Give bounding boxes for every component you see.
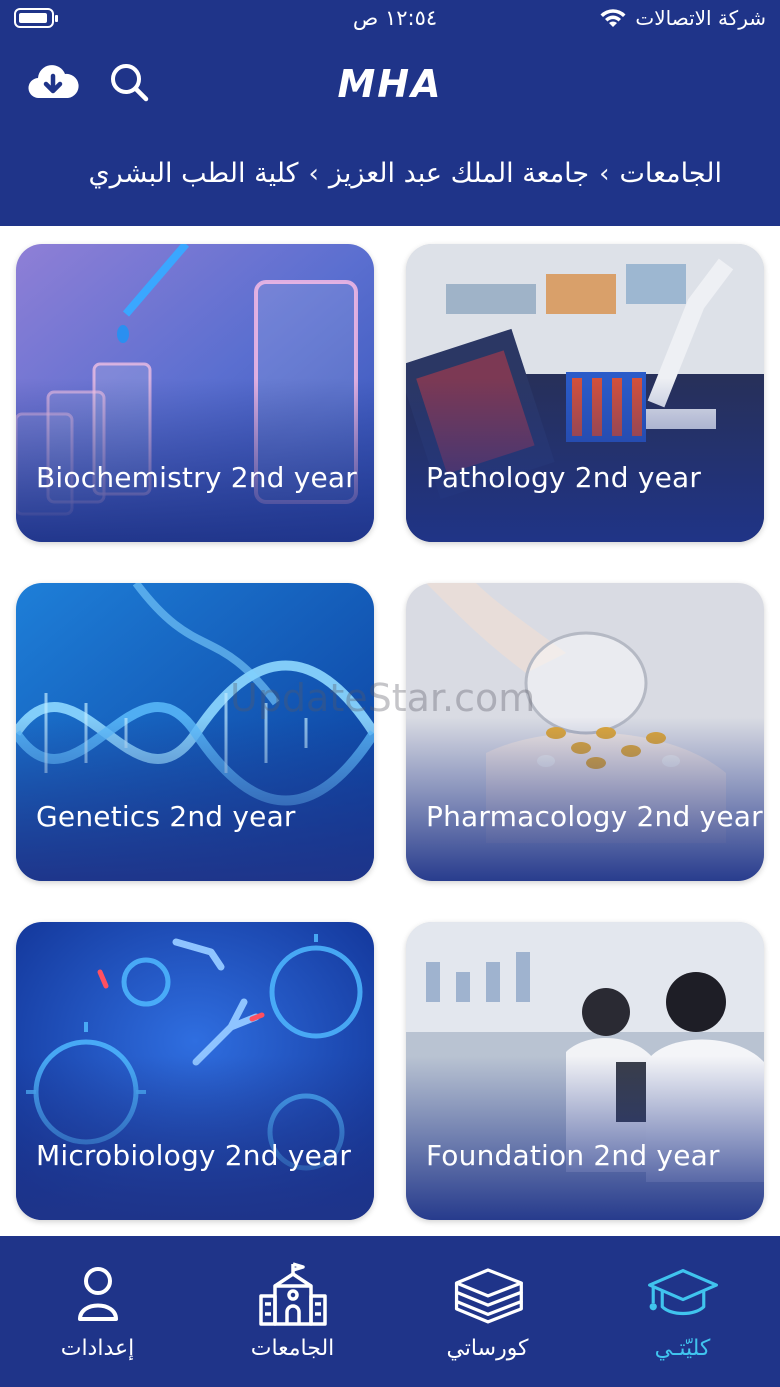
tab-label: الجامعات (250, 1336, 335, 1361)
course-title: Biochemistry 2nd year (36, 461, 357, 494)
tab-label: كليّتـي (654, 1336, 711, 1361)
cloud-download-icon (28, 65, 79, 99)
search-button[interactable] (103, 56, 155, 108)
status-time: ١٢:٥٤ ص (352, 6, 438, 30)
course-card-genetics[interactable]: Genetics 2nd year (16, 583, 374, 881)
tab-my-college[interactable]: كليّتـي (585, 1236, 780, 1387)
watermark: UpdateStar.com (230, 676, 536, 720)
person-icon (77, 1267, 118, 1321)
lab-glassware-image (16, 244, 374, 542)
course-title: Pathology 2nd year (426, 461, 702, 494)
breadcrumb-separator: › (308, 158, 319, 189)
course-card-foundation[interactable]: Foundation 2nd year (406, 922, 764, 1220)
course-card-microbiology[interactable]: Microbiology 2nd year (16, 922, 374, 1220)
graduation-cap-icon (647, 1269, 718, 1316)
tab-universities[interactable]: الجامعات (195, 1236, 390, 1387)
pills-hand-image (406, 583, 764, 881)
carrier-name: شركة الاتصالات (635, 6, 766, 30)
breadcrumb-item-university[interactable]: جامعة الملك عبد العزيز (329, 158, 589, 189)
course-title: Genetics 2nd year (36, 800, 296, 833)
scientists-lab-image (406, 922, 764, 1220)
tab-my-courses[interactable]: كورساتي (390, 1236, 585, 1387)
university-building-icon (258, 1262, 327, 1326)
course-card-pharmacology[interactable]: Pharmacology 2nd year (406, 583, 764, 881)
status-bar: ١٢:٥٤ ص شركة الاتصالات (0, 0, 780, 40)
breadcrumb-item-universities[interactable]: الجامعات (619, 158, 722, 189)
search-icon (111, 64, 149, 102)
bottom-tab-bar: إعدادات الجامعات كورساتي كليّتـي (0, 1236, 780, 1387)
books-stack-icon (454, 1268, 523, 1324)
microscope-lab-image (406, 244, 764, 542)
tab-settings[interactable]: إعدادات (0, 1236, 195, 1387)
breadcrumb: الجامعات › جامعة الملك عبد العزيز › كلية… (89, 158, 722, 189)
carrier-indicator: شركة الاتصالات (599, 6, 766, 30)
battery-icon (14, 8, 58, 28)
tab-label: كورساتي (446, 1336, 529, 1361)
breadcrumb-separator: › (599, 158, 610, 189)
dna-helix-image (16, 583, 374, 881)
course-card-biochemistry[interactable]: Biochemistry 2nd year (16, 244, 374, 542)
course-title: Pharmacology 2nd year (426, 800, 763, 833)
breadcrumb-item-college[interactable]: كلية الطب البشري (89, 158, 299, 189)
mha-logo: MHA (337, 64, 442, 104)
app-header: ١٢:٥٤ ص شركة الاتصالات MHA الجامعات › جا… (0, 0, 780, 226)
download-button[interactable] (27, 56, 79, 108)
course-title: Microbiology 2nd year (36, 1139, 352, 1172)
wifi-icon (600, 9, 626, 27)
virus-antibody-image (16, 922, 374, 1220)
logo-text: MHA (337, 64, 442, 104)
tab-label: إعدادات (60, 1336, 135, 1361)
course-title: Foundation 2nd year (426, 1139, 720, 1172)
course-card-pathology[interactable]: Pathology 2nd year (406, 244, 764, 542)
